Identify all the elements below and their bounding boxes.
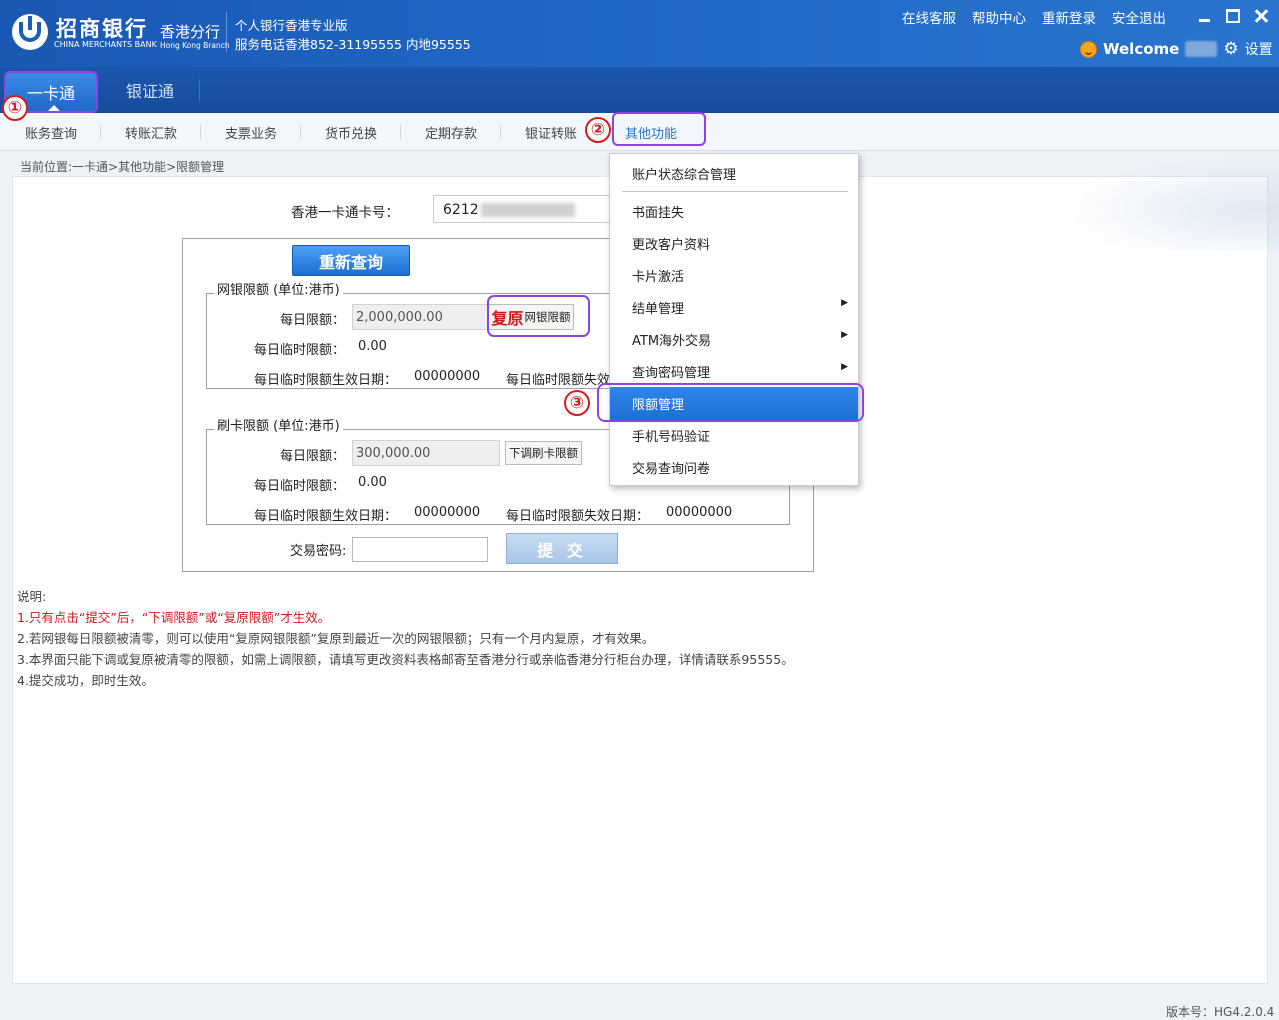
note-line-2: 2.若网银每日限额被清零，则可以使用“复原网银限额”复原到最近一次的网银限额；只… [17, 631, 655, 646]
subnav-divider [500, 125, 501, 139]
subnav-account-query[interactable]: 账务查询 [25, 123, 77, 142]
highlight-limit-management [597, 383, 864, 422]
help-center-link[interactable]: 帮助中心 [972, 7, 1026, 27]
submit-button[interactable]: 提 交 [506, 533, 618, 564]
netbank-limit-legend: 网银限额 (单位:港币) [214, 279, 343, 298]
requery-button[interactable]: 重新查询 [292, 245, 410, 276]
menu-written-loss-report[interactable]: 书面挂失 [632, 202, 684, 221]
brand-name-cn: 招商银行 [56, 16, 148, 41]
settings-link[interactable]: 设置 [1245, 39, 1273, 59]
subnav-divider [400, 125, 401, 139]
menu-statement-management[interactable]: 结单管理 [632, 298, 684, 317]
password-input[interactable] [352, 537, 488, 562]
background-watermark [1040, 150, 1279, 250]
subnav-divider [300, 125, 301, 139]
version-label: 版本号：HG4.2.0.4 [1166, 1005, 1275, 1019]
branch-name-en: Hong Kong Branch [160, 41, 230, 50]
step-badge-3: ③ [564, 390, 590, 416]
close-icon[interactable] [1254, 9, 1268, 23]
top-links: 在线客服 帮助中心 重新登录 安全退出 [902, 7, 1166, 27]
card-start-label: 每日临时限额生效日期： [254, 509, 398, 524]
submenu-arrow-icon: ▶ [841, 362, 848, 372]
tab-yinzhengtong[interactable]: 银证通 [102, 67, 198, 113]
subnav-divider [100, 125, 101, 139]
netbank-end-label: 每日临时限额失效 [506, 373, 611, 388]
netbank-temp-label: 每日临时限额： [254, 343, 346, 358]
top-header: 招商银行 CHINA MERCHANTS BANK 香港分行 Hong Kong… [0, 0, 1279, 67]
card-number-select[interactable]: 6212 [433, 195, 611, 223]
lower-card-limit-button[interactable]: 下调刷卡限额 [505, 441, 582, 465]
window-controls [1198, 9, 1268, 23]
subnav-divider [200, 125, 201, 139]
password-label: 交易密码: [290, 544, 347, 559]
card-limit-legend: 刷卡限额 (单位:港币) [214, 415, 343, 434]
netbank-daily-field: 2,000,000.00 [352, 304, 500, 330]
logout-link[interactable]: 安全退出 [1112, 7, 1166, 27]
cmb-logo-icon [12, 14, 48, 50]
other-functions-menu: 账户状态综合管理 书面挂失 更改客户资料 卡片激活 结单管理 ▶ ATM海外交易… [609, 153, 859, 486]
card-number-value: 6212 [443, 202, 479, 218]
subnav-cheque[interactable]: 支票业务 [225, 123, 277, 142]
note-line-3: 3.本界面只能下调或复原被清零的限额，如需上调限额，请填写更改资料表格邮寄至香港… [17, 652, 794, 667]
step-badge-1: ① [2, 95, 28, 121]
notes-title: 说明: [17, 589, 47, 604]
step-badge-2: ② [585, 117, 611, 143]
highlight-other-functions [612, 112, 706, 146]
submenu-arrow-icon: ▶ [841, 298, 848, 308]
branch-name-cn: 香港分行 [160, 23, 221, 41]
subnav-transfer[interactable]: 转账汇款 [125, 123, 177, 142]
main-nav: 一卡通 银证通 [0, 67, 1279, 113]
submenu-arrow-icon: ▶ [841, 330, 848, 340]
smiley-icon [1080, 40, 1097, 58]
online-service-link[interactable]: 在线客服 [902, 7, 956, 27]
maximize-icon[interactable] [1226, 9, 1240, 23]
gear-icon[interactable]: ⚙ [1223, 40, 1238, 58]
note-line-1: 1.只有点击“提交”后，“下调限额”或“复原限额”才生效。 [17, 610, 331, 625]
highlight-restore-button [487, 295, 590, 337]
card-end-label: 每日临时限额失效日期： [506, 509, 650, 524]
menu-change-profile[interactable]: 更改客户资料 [632, 234, 710, 253]
brand-name-en: CHINA MERCHANTS BANK [54, 40, 157, 49]
card-temp-value: 0.00 [358, 475, 387, 490]
menu-separator [622, 191, 848, 192]
netbank-start-value: 00000000 [414, 369, 481, 384]
breadcrumb: 当前位置:一卡通>其他功能>限额管理 [20, 160, 225, 174]
netbank-daily-label: 每日限额： [280, 313, 346, 328]
welcome-area: Welcome ⚙ 设置 [1080, 39, 1273, 59]
subnav-fixed-deposit[interactable]: 定期存款 [425, 123, 477, 142]
card-daily-field: 300,000.00 [352, 440, 500, 466]
welcome-text: Welcome [1103, 40, 1180, 58]
header-divider [226, 12, 227, 52]
netbank-start-label: 每日临时限额生效日期： [254, 373, 398, 388]
menu-transaction-questionnaire[interactable]: 交易查询问卷 [632, 458, 710, 477]
note-line-4: 4.提交成功，即时生效。 [17, 673, 154, 688]
subnav-exchange[interactable]: 货币兑换 [325, 123, 377, 142]
card-end-value: 00000000 [666, 505, 733, 520]
card-number-masked [480, 203, 575, 217]
card-number-label: 香港一卡通卡号： [291, 205, 399, 221]
menu-account-status[interactable]: 账户状态综合管理 [632, 164, 736, 183]
product-name: 个人银行香港专业版 [235, 18, 348, 33]
card-daily-label: 每日限额： [280, 449, 346, 464]
notes-section: 说明: 1.只有点击“提交”后，“下调限额”或“复原限额”才生效。 2.若网银每… [17, 586, 794, 691]
menu-query-password[interactable]: 查询密码管理 [632, 362, 710, 381]
netbank-temp-value: 0.00 [358, 339, 387, 354]
card-temp-label: 每日临时限额： [254, 479, 346, 494]
relogin-link[interactable]: 重新登录 [1042, 7, 1096, 27]
menu-atm-overseas[interactable]: ATM海外交易 [632, 330, 711, 349]
menu-mobile-verification[interactable]: 手机号码验证 [632, 426, 710, 445]
minimize-icon[interactable] [1198, 9, 1212, 23]
service-hotline: 服务电话香港852-31195555 内地95555 [235, 37, 471, 52]
subnav-securities-transfer[interactable]: 银证转账 [525, 123, 577, 142]
user-name-masked [1185, 41, 1218, 57]
menu-card-activation[interactable]: 卡片激活 [632, 266, 684, 285]
tab-divider [199, 79, 200, 101]
card-start-value: 00000000 [414, 505, 481, 520]
